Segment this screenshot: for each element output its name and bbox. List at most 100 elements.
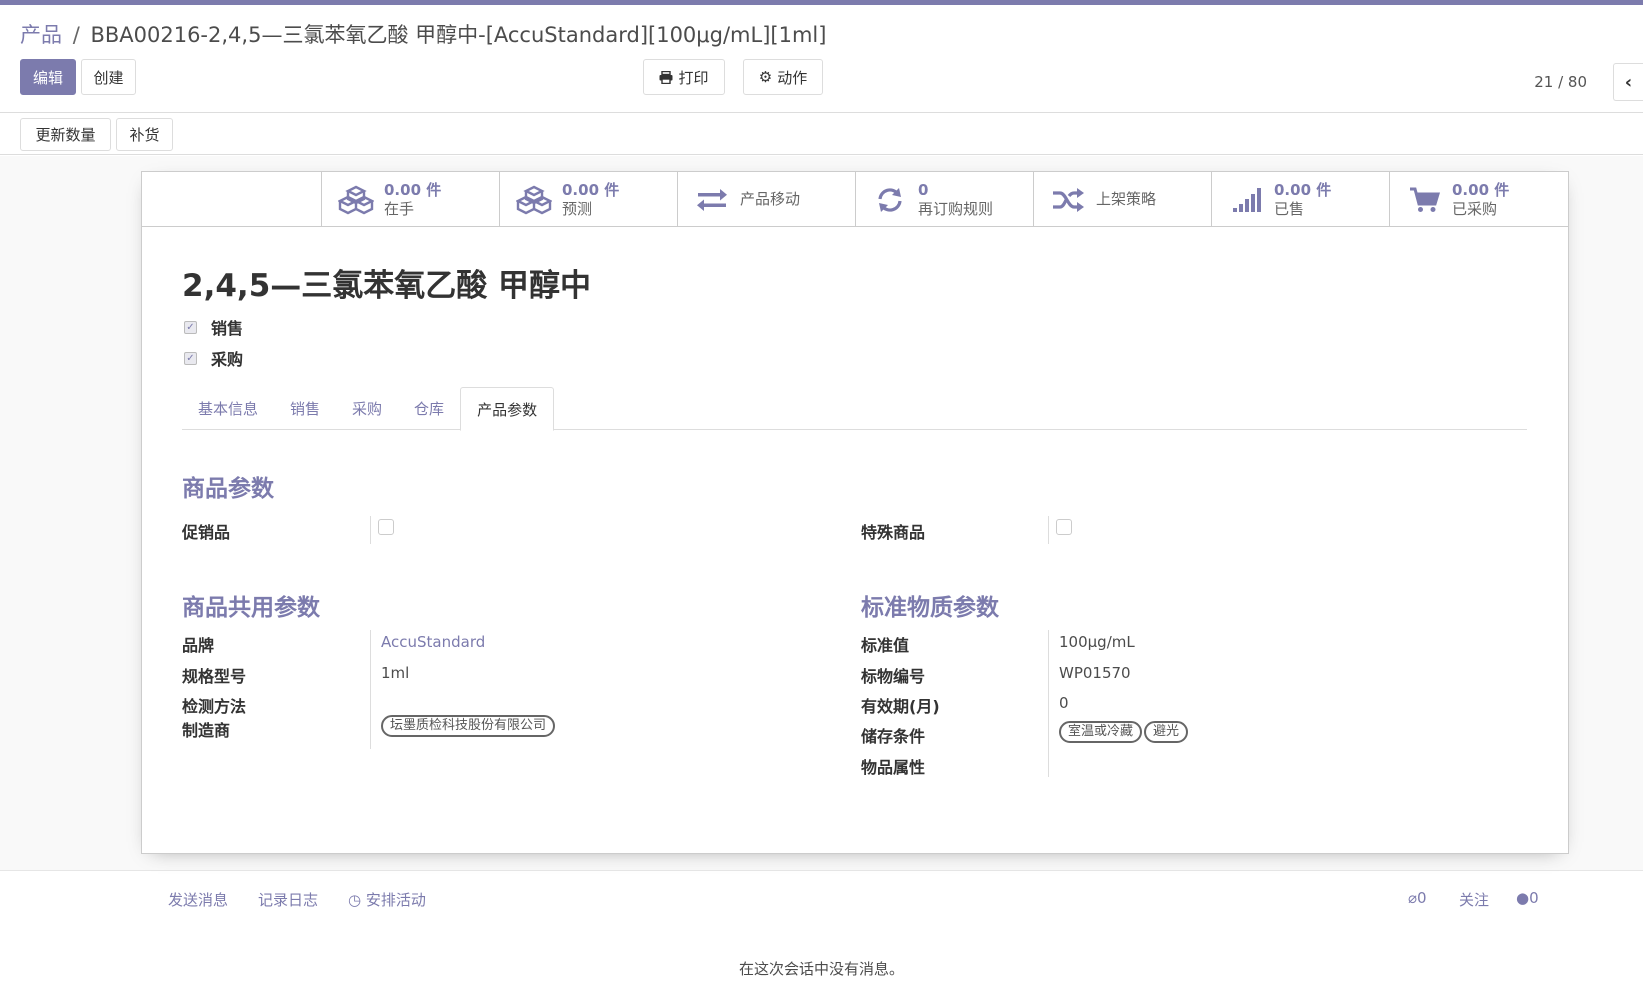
print-icon xyxy=(659,70,673,84)
followers-count: 0 xyxy=(1529,889,1539,907)
purchase-ok-label: 采购 xyxy=(211,350,244,369)
manufacturer-tag[interactable]: 坛墨质检科技股份有限公司 xyxy=(381,715,556,737)
tab-product-params[interactable]: 产品参数 xyxy=(460,387,555,431)
putaway-label: 上架策略 xyxy=(1096,190,1157,208)
update-quantity-button[interactable]: 更新数量 xyxy=(20,118,111,151)
paperclip-icon: ⌀ xyxy=(1408,889,1418,907)
cart-icon xyxy=(1410,187,1441,212)
section-standard-params: 标准物质参数 xyxy=(861,595,999,621)
edit-button[interactable]: 编辑 xyxy=(20,59,76,95)
on-hand-stat-button[interactable]: 0.00 件 在手 xyxy=(321,172,499,227)
schedule-activity-link[interactable]: ◷ 安排活动 xyxy=(348,889,426,910)
tab-general-info[interactable]: 基本信息 xyxy=(182,387,274,430)
reorder-rules-stat-button[interactable]: 0 再订购规则 xyxy=(855,172,1033,227)
pager-previous-button[interactable]: ‹ xyxy=(1613,63,1643,101)
sold-stat-button[interactable]: 0.00 件 已售 xyxy=(1211,172,1389,227)
promo-checkbox[interactable] xyxy=(378,519,394,535)
field-divider xyxy=(370,516,371,544)
tab-sales[interactable]: 销售 xyxy=(274,387,336,430)
storage-tags: 室温或冷藏 避光 xyxy=(1059,721,1190,743)
form-sheet: 0.00 件 在手 0.00 件 预测 产品移动 0 再订购规则 上架策略 0.… xyxy=(141,171,1569,854)
form-statusbar: 更新数量 补货 xyxy=(0,113,1643,155)
brand-label: 品牌 xyxy=(182,636,215,655)
putaway-stat-button[interactable]: 上架策略 xyxy=(1033,172,1211,227)
field-divider xyxy=(1048,516,1049,544)
std-code-value: WP01570 xyxy=(1059,664,1131,682)
attachments-counter[interactable]: ⌀0 xyxy=(1408,889,1427,907)
storage-label: 储存条件 xyxy=(861,727,926,746)
special-goods-label: 特殊商品 xyxy=(861,523,926,542)
control-panel: 产品 / BBA00216-2,4,5—三氯苯氧乙酸 甲醇中-[AccuStan… xyxy=(0,5,1643,113)
std-value: 100μg/mL xyxy=(1059,633,1135,651)
print-button-label: 打印 xyxy=(678,68,709,87)
log-note-link[interactable]: 记录日志 xyxy=(258,889,318,910)
on-hand-value: 0.00 件 xyxy=(384,180,442,199)
reorder-rules-value: 0 xyxy=(918,180,929,199)
sold-label: 已售 xyxy=(1274,199,1305,218)
storage-tag[interactable]: 避光 xyxy=(1144,721,1189,743)
print-button[interactable]: 打印 xyxy=(643,59,725,95)
purchase-ok-row: ✓ 采购 xyxy=(184,346,243,370)
purchased-stat-button[interactable]: 0.00 件 已采购 xyxy=(1389,172,1567,227)
product-moves-stat-button[interactable]: 产品移动 xyxy=(677,172,855,227)
forecast-label: 预测 xyxy=(562,199,593,218)
update-quantity-label: 更新数量 xyxy=(35,126,96,144)
promo-label: 促销品 xyxy=(182,523,231,542)
breadcrumb-parent-link[interactable]: 产品 xyxy=(20,23,62,47)
purchased-label: 已采购 xyxy=(1452,199,1498,218)
chevron-left-icon: ‹ xyxy=(1624,71,1633,93)
action-button[interactable]: ⚙ 动作 xyxy=(743,59,823,95)
followers-counter[interactable]: ●0 xyxy=(1516,889,1539,907)
storage-tag[interactable]: 室温或冷藏 xyxy=(1059,721,1143,743)
product-name-title: 2,4,5—三氯苯氧乙酸 甲醇中 xyxy=(182,268,592,304)
edit-button-label: 编辑 xyxy=(32,68,63,87)
brand-value-link[interactable]: AccuStandard xyxy=(381,633,485,651)
product-moves-label: 产品移动 xyxy=(740,190,801,208)
signal-icon xyxy=(1233,187,1261,212)
purchased-value: 0.00 件 xyxy=(1452,180,1510,199)
purchase-ok-checkbox[interactable]: ✓ xyxy=(184,351,197,365)
cubes-icon xyxy=(338,185,374,214)
item-attr-label: 物品属性 xyxy=(861,758,926,777)
forecast-stat-button[interactable]: 0.00 件 预测 xyxy=(499,172,677,227)
tab-inventory[interactable]: 仓库 xyxy=(398,387,460,430)
tab-purchase[interactable]: 采购 xyxy=(336,387,398,430)
breadcrumb-current: BBA00216-2,4,5—三氯苯氧乙酸 甲醇中-[AccuStandard]… xyxy=(90,23,827,47)
pager-value[interactable]: 21 / 80 xyxy=(1534,73,1587,91)
sale-ok-checkbox[interactable]: ✓ xyxy=(184,320,197,334)
spec-value: 1ml xyxy=(381,664,410,682)
test-method-label: 检测方法 xyxy=(182,697,247,716)
exchange-icon xyxy=(697,188,727,211)
manufacturer-label: 制造商 xyxy=(182,721,231,740)
random-icon xyxy=(1053,187,1084,212)
follow-button[interactable]: 关注 xyxy=(1459,889,1489,910)
validity-label: 有效期(月) xyxy=(861,697,940,716)
on-hand-label: 在手 xyxy=(384,199,415,218)
refresh-icon xyxy=(878,187,902,212)
sale-ok-row: ✓ 销售 xyxy=(184,315,243,339)
chatter-empty-message: 在这次会话中没有消息。 xyxy=(738,960,904,978)
std-code-label: 标物编号 xyxy=(861,667,926,686)
field-divider xyxy=(1048,630,1049,777)
action-button-label: 动作 xyxy=(777,68,808,87)
field-divider xyxy=(370,630,371,749)
sale-ok-label: 销售 xyxy=(211,319,244,338)
forecast-value: 0.00 件 xyxy=(562,180,620,199)
attachments-count: 0 xyxy=(1417,889,1427,907)
cubes-icon xyxy=(516,185,552,214)
manufacturer-tags: 坛墨质检科技股份有限公司 xyxy=(381,715,557,737)
gear-icon: ⚙ xyxy=(758,68,773,86)
special-goods-checkbox[interactable] xyxy=(1056,519,1072,535)
user-icon: ● xyxy=(1516,889,1530,907)
breadcrumb-separator: / xyxy=(72,23,80,47)
create-button[interactable]: 创建 xyxy=(81,59,136,95)
replenish-button[interactable]: 补货 xyxy=(116,118,173,151)
reorder-rules-label: 再订购规则 xyxy=(918,199,994,218)
create-button-label: 创建 xyxy=(93,68,124,87)
std-value-label: 标准值 xyxy=(861,636,910,655)
send-message-link[interactable]: 发送消息 xyxy=(168,889,228,910)
schedule-activity-label: 安排活动 xyxy=(365,891,426,909)
clock-icon: ◷ xyxy=(348,891,362,909)
validity-value: 0 xyxy=(1059,694,1069,712)
breadcrumb: 产品 / BBA00216-2,4,5—三氯苯氧乙酸 甲醇中-[AccuStan… xyxy=(20,19,826,49)
